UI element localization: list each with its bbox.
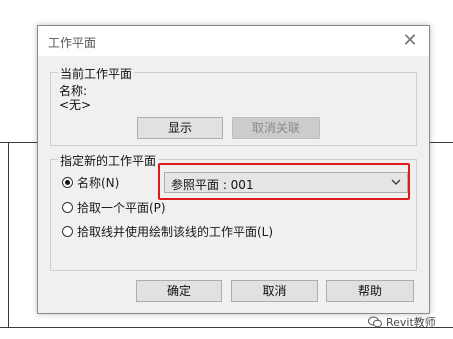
title-bar: 工作平面 ✕	[38, 26, 429, 56]
name-value: <无>	[59, 98, 92, 112]
radio-pick-line-option[interactable]: 拾取线并使用绘制该线的工作平面(L)	[62, 222, 273, 240]
radio-pick-plane-option[interactable]: 拾取一个平面(P)	[62, 198, 166, 216]
background-line	[8, 142, 9, 328]
radio-button[interactable]	[62, 201, 73, 213]
ok-button[interactable]: 确定	[136, 280, 222, 302]
dialog-title: 工作平面	[48, 36, 97, 50]
wechat-icon	[368, 316, 382, 328]
radio-button[interactable]	[62, 225, 73, 237]
red-highlight-box	[158, 163, 410, 200]
cancel-button[interactable]: 取消	[231, 280, 318, 302]
watermark: Revit教师	[368, 314, 436, 330]
watermark-text: Revit教师	[386, 316, 436, 329]
disassociate-button[interactable]: 取消关联	[232, 117, 320, 139]
current-work-plane-group: 当前工作平面 名称: <无> 显示 取消关联	[50, 65, 417, 146]
group-title: 指定新的工作平面	[58, 152, 159, 169]
radio-label: 拾取线并使用绘制该线的工作平面(L)	[77, 224, 274, 239]
show-button[interactable]: 显示	[137, 117, 223, 139]
help-button[interactable]: 帮助	[326, 280, 414, 302]
close-icon[interactable]: ✕	[399, 30, 421, 52]
radio-button[interactable]	[62, 176, 73, 188]
radio-name-option[interactable]: 名称(N)	[62, 173, 119, 191]
work-plane-dialog: 工作平面 ✕ 当前工作平面 名称: <无> 显示 取消关联 指定新的工作平面 名…	[37, 25, 430, 314]
radio-label: 拾取一个平面(P)	[77, 200, 166, 215]
group-title: 当前工作平面	[58, 65, 135, 82]
radio-label: 名称(N)	[77, 175, 120, 190]
